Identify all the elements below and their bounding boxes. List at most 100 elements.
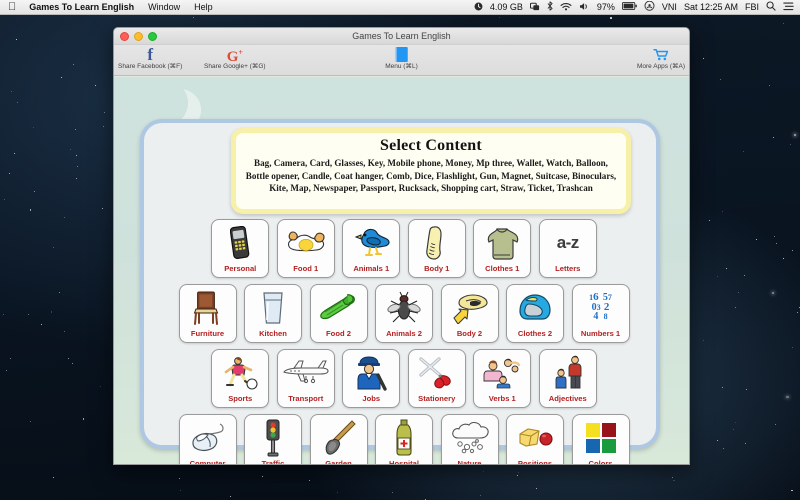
category-tile-body-2[interactable]: Body 2	[440, 284, 499, 343]
system-menu-bar:  Games To Learn English Window Help 4.0…	[0, 0, 800, 15]
chair-icon	[180, 285, 236, 328]
minimize-button[interactable]	[134, 32, 143, 41]
input-source-label[interactable]: VNI	[662, 2, 677, 12]
zoom-button[interactable]	[148, 32, 157, 41]
category-tile-stationery[interactable]: Stationery	[407, 349, 466, 408]
rain-cloud-icon	[442, 415, 498, 458]
search-icon[interactable]	[766, 1, 776, 13]
screen-share-icon[interactable]	[529, 2, 540, 13]
category-label: Food 2	[326, 329, 351, 338]
share-google-plus-button[interactable]: G+ Share Google+ (⌘G)	[204, 46, 266, 71]
menu-bar-status-area: 4.09 GB 97% VNI Sat 12:25 AM FBI	[474, 0, 800, 13]
category-tile-animals-1[interactable]: Animals 1	[342, 219, 401, 278]
bluetooth-icon[interactable]	[547, 1, 553, 13]
numbers-icon: 16 57 03 2 4 8	[573, 285, 629, 328]
battery-percent-label: 97%	[596, 2, 615, 12]
category-row: Sports Transport Jobs Stationery Verbs 1…	[144, 349, 664, 408]
menu-bar-left:  Games To Learn English Window Help	[0, 0, 220, 15]
share-facebook-button[interactable]: f Share Facebook (⌘F)	[118, 46, 182, 71]
category-tile-letters[interactable]: a-z Letters	[538, 219, 597, 278]
more-apps-label: More Apps (⌘A)	[636, 63, 685, 70]
category-label: Jobs	[362, 394, 381, 403]
content-panel: Select Content Bag, Camera, Card, Glasse…	[140, 119, 660, 464]
clock-icon[interactable]	[474, 2, 483, 13]
category-row: Personal Food 1 Animals 1 Body 1 Clothes…	[144, 219, 664, 278]
memory-usage-label: 4.09 GB	[489, 2, 523, 12]
a-z-glyph: a-z	[556, 232, 580, 252]
current-user-label[interactable]: FBI	[745, 2, 759, 12]
category-label: Computer	[189, 459, 226, 465]
menu-help[interactable]: Help	[187, 0, 220, 15]
foot-icon	[409, 220, 465, 263]
category-tile-traffic[interactable]: Traffic	[244, 414, 302, 465]
airplane-icon	[278, 350, 334, 393]
category-tile-animals-2[interactable]: Animals 2	[375, 284, 433, 343]
category-tile-jobs[interactable]: Jobs	[342, 349, 401, 408]
people-actions-icon	[474, 350, 530, 393]
menu-bar-clock[interactable]: Sat 12:25 AM	[684, 2, 738, 12]
category-label: Garden	[325, 459, 352, 465]
category-tile-kitchen[interactable]: Kitchen	[244, 284, 302, 343]
helmet-icon	[507, 285, 563, 328]
color-swatches-icon	[573, 415, 629, 458]
apple-icon[interactable]: 	[6, 0, 22, 15]
notification-list-icon[interactable]	[783, 2, 794, 13]
category-tile-personal[interactable]: Personal	[211, 219, 270, 278]
category-tile-computer[interactable]: Computer	[178, 414, 237, 465]
category-tile-hospital[interactable]: Hospital	[375, 414, 433, 464]
digit: 4	[593, 311, 599, 323]
category-label: Body 2	[456, 329, 483, 338]
category-tile-clothes-1[interactable]: Clothes 1	[473, 219, 532, 278]
category-tile-verbs-1[interactable]: Verbs 1	[473, 349, 532, 408]
category-label: Letters	[555, 264, 581, 273]
menu-app-name[interactable]: Games To Learn English	[22, 0, 141, 15]
menu-button-label: Menu (⌘L)	[385, 63, 418, 70]
category-tile-nature[interactable]: Nature	[440, 414, 499, 465]
category-tile-body-1[interactable]: Body 1	[407, 219, 466, 278]
volume-icon[interactable]	[579, 2, 590, 13]
category-label: Personal	[224, 264, 257, 273]
digit: 6	[593, 291, 599, 304]
numbers-glyphs: 16 57 03 2 4 8	[581, 291, 621, 323]
a-z-icon: a-z	[540, 220, 596, 263]
airplay-icon[interactable]	[644, 0, 655, 13]
menu-window[interactable]: Window	[141, 0, 187, 15]
category-tile-colors[interactable]: Colors	[571, 414, 630, 465]
category-label: Clothes 2	[517, 329, 553, 338]
category-tile-clothes-2[interactable]: Clothes 2	[506, 284, 564, 343]
category-label: Verbs 1	[488, 394, 516, 403]
category-label: Transport	[288, 394, 324, 403]
traffic-light-icon	[245, 415, 301, 458]
close-button[interactable]	[120, 32, 129, 41]
category-tile-sports[interactable]: Sports	[211, 349, 270, 408]
battery-icon[interactable]	[621, 2, 637, 12]
category-label: Positions	[517, 459, 553, 465]
category-label: Colors	[588, 459, 613, 465]
medicine-bottle-icon	[376, 415, 432, 458]
category-tile-transport[interactable]: Transport	[276, 349, 335, 408]
mouse-icon	[180, 415, 236, 458]
category-label: Stationery	[418, 394, 456, 403]
category-tile-garden[interactable]: Garden	[309, 414, 368, 465]
category-tile-furniture[interactable]: Furniture	[178, 284, 237, 343]
digit: 3	[596, 302, 601, 312]
category-tile-food-1[interactable]: Food 1	[276, 219, 335, 278]
select-content-title: Select Content	[380, 137, 482, 154]
share-google-plus-label: Share Google+ (⌘G)	[204, 63, 266, 70]
window-title-bar[interactable]: Games To Learn English	[114, 28, 689, 45]
category-label: Numbers 1	[580, 329, 621, 338]
sweater-icon	[474, 220, 530, 263]
menu-button[interactable]: Menu (⌘L)	[385, 46, 418, 71]
category-label: Body 1	[424, 264, 450, 273]
more-apps-button[interactable]: More Apps (⌘A)	[637, 46, 685, 71]
fly-icon	[376, 285, 432, 328]
category-label: Traffic	[261, 459, 285, 465]
select-content-items: Bag, Camera, Card, Glasses, Key, Mobile …	[245, 158, 617, 194]
category-label: Animals 1	[353, 264, 390, 273]
wifi-icon[interactable]	[560, 2, 572, 13]
category-tile-food-2[interactable]: Food 2	[309, 284, 368, 343]
category-label: Nature	[457, 459, 482, 465]
category-tile-numbers-1[interactable]: 16 57 03 2 4 8 Numbers 1	[571, 284, 630, 343]
category-tile-positions[interactable]: Positions	[506, 414, 564, 465]
category-tile-adjectives[interactable]: Adjectives	[538, 349, 597, 408]
